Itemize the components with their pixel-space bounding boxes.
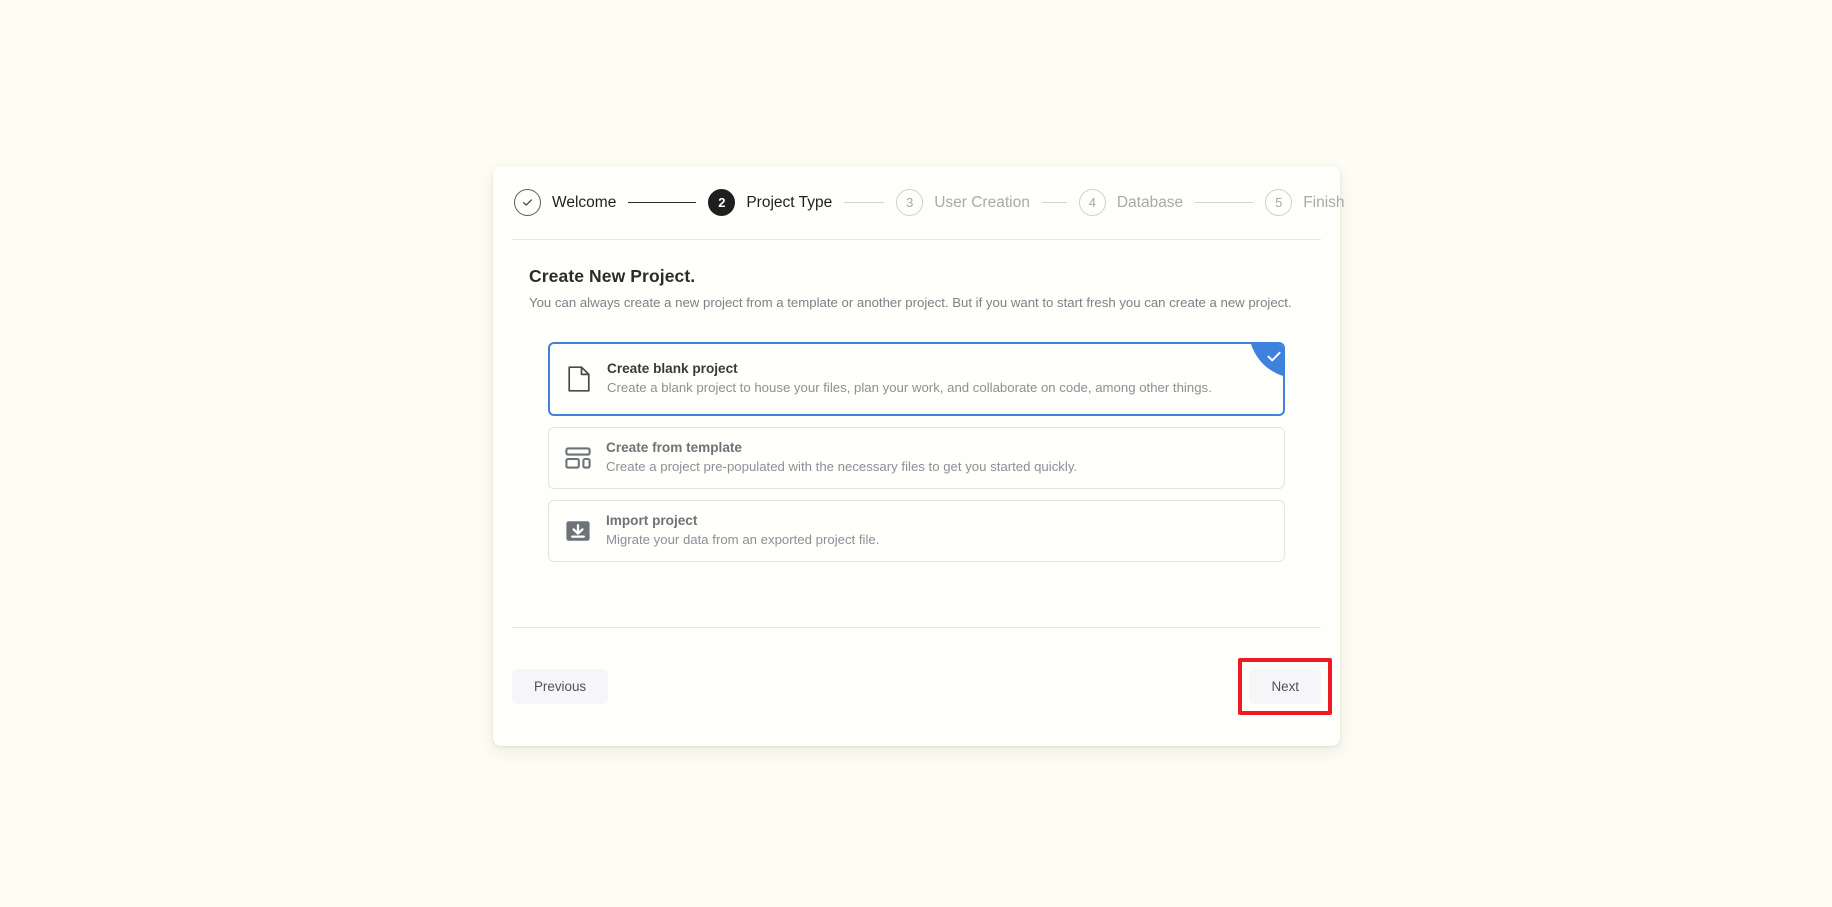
step-connector-2 [844,201,885,204]
step-project-type-label: Project Type [746,193,833,211]
wizard-card: Welcome 2 Project Type 3 User Creation 4… [493,166,1345,746]
step-finish-bullet: 5 [1265,189,1293,216]
step-finish[interactable]: 5 Finish [1265,189,1345,216]
project-type-options: Create blank project Create a blank proj… [529,341,1304,562]
option-create-from-template-title: Create from template [606,439,742,455]
selected-check-badge [1249,343,1283,378]
wizard-footer: Previous Next [493,627,1340,746]
option-import-project[interactable]: Import project Migrate your data from an… [548,499,1285,562]
option-create-blank-project-title: Create blank project [607,360,738,376]
page-title: Create New Project. [529,266,696,286]
step-database-label: Database [1116,193,1184,211]
step-welcome-label: Welcome [552,193,617,211]
previous-button[interactable]: Previous [512,668,609,705]
step-welcome[interactable]: Welcome [514,189,616,216]
step-database-bullet: 4 [1078,189,1106,216]
import-download-icon [563,516,593,546]
check-icon [522,199,533,206]
step-connector-3 [1041,201,1067,204]
option-create-blank-project-desc: Create a blank project to house your fil… [607,380,1212,396]
step-connector-1 [628,201,697,204]
step-project-type[interactable]: 2 Project Type [708,189,832,216]
option-create-from-template[interactable]: Create from template Create a project pr… [548,426,1285,489]
next-button-wrapper: Next [1238,657,1332,716]
option-create-blank-project[interactable]: Create blank project Create a blank proj… [548,341,1285,416]
option-create-from-template-text: Create from template Create a project pr… [606,440,1077,476]
option-create-blank-project-text: Create blank project Create a blank proj… [607,361,1212,397]
page-subtitle: You can always create a new project from… [529,295,1292,310]
option-import-project-desc: Migrate your data from an exported proje… [606,532,880,548]
step-user-creation-bullet: 3 [896,189,924,216]
stepper-divider [512,239,1321,240]
next-button[interactable]: Next [1249,668,1321,705]
step-connector-4 [1195,201,1254,204]
badge-check-icon [1267,351,1281,362]
step-user-creation-label: User Creation [934,193,1030,211]
step-finish-label: Finish [1303,193,1345,211]
option-import-project-title: Import project [606,512,698,528]
option-create-from-template-desc: Create a project pre-populated with the … [606,459,1078,475]
wizard-stepper: Welcome 2 Project Type 3 User Creation 4… [493,166,1345,239]
step-welcome-bullet [514,189,541,216]
wizard-body: Create New Project. You can always creat… [529,266,1304,562]
step-user-creation[interactable]: 3 User Creation [896,189,1030,216]
file-icon [564,364,594,394]
step-project-type-bullet: 2 [708,189,736,216]
template-layout-icon [563,443,593,473]
step-database[interactable]: 4 Database [1078,189,1184,216]
option-import-project-text: Import project Migrate your data from an… [606,513,879,549]
